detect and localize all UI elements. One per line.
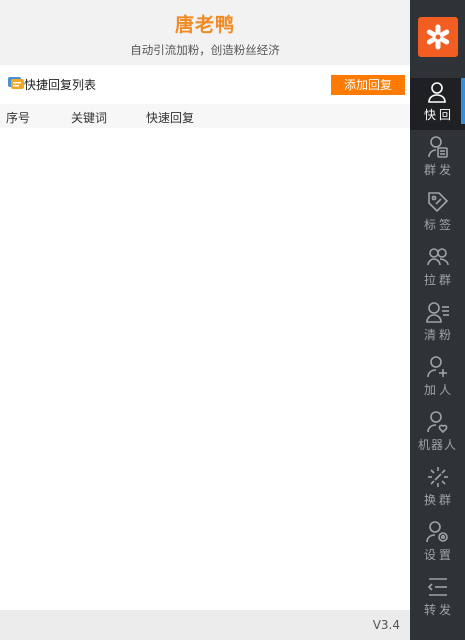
- settings-icon: [425, 521, 448, 543]
- sidebar-item-add-person[interactable]: 加人: [410, 353, 465, 405]
- app-subtitle: 自动引流加粉，创造粉丝经济: [130, 43, 280, 57]
- sidebar-item-label: 换群: [423, 493, 454, 507]
- sidebar-item-label: 转发: [423, 603, 454, 617]
- column-header-index[interactable]: 序号: [6, 109, 30, 126]
- robot-icon: [426, 411, 447, 434]
- version-label: V3.4: [372, 618, 400, 632]
- add-reply-button[interactable]: 添加回复: [331, 75, 405, 95]
- sidebar-item-label: 清粉: [423, 328, 454, 342]
- sidebar-item-tag[interactable]: 标签: [410, 188, 465, 240]
- status-bar: V3.4: [0, 610, 410, 640]
- toolbar: 快捷回复列表 添加回复: [0, 65, 410, 103]
- sidebar-item-label: 群发: [423, 163, 454, 177]
- app-title: 唐老鸭: [174, 14, 235, 36]
- sidebar-item-label: 拉群: [423, 273, 454, 287]
- sidebar-item-quick-reply[interactable]: 快回: [410, 78, 465, 130]
- forward-icon: [427, 578, 447, 596]
- table-header: 序号 关键词 快速回复: [0, 104, 410, 128]
- quick-reply-icon: [427, 82, 446, 103]
- sidebar-item-clear-fans[interactable]: 清粉: [410, 298, 465, 350]
- sidebar-item-settings[interactable]: 设置: [410, 518, 465, 570]
- sidebar-item-switch-group[interactable]: 换群: [410, 463, 465, 515]
- sidebar: 快回 群发 标签 拉群 清粉 加人 机器人 换群 设置 转发: [410, 0, 465, 640]
- sidebar-item-label: 标签: [423, 218, 454, 232]
- add-person-icon: [426, 356, 447, 378]
- app-logo: [418, 17, 458, 57]
- mass-send-icon: [427, 136, 448, 158]
- sidebar-item-mass-send[interactable]: 群发: [410, 133, 465, 185]
- asterisk-logo-icon: [426, 24, 450, 50]
- clear-fans-icon: [425, 302, 449, 323]
- reply-list-icon: [8, 77, 24, 89]
- sidebar-item-forward[interactable]: 转发: [410, 573, 465, 625]
- sidebar-item-robot[interactable]: 机器人: [410, 408, 465, 460]
- sidebar-item-label: 机器人: [417, 438, 457, 452]
- sidebar-item-pull-group[interactable]: 拉群: [410, 243, 465, 295]
- sidebar-item-label: 快回: [423, 108, 454, 122]
- main-panel: 唐老鸭 自动引流加粉，创造粉丝经济 快捷回复列表 添加回复 序号 关键词 快速回…: [0, 0, 410, 640]
- sidebar-item-label: 设置: [423, 548, 454, 562]
- app-window: 唐老鸭 自动引流加粉，创造粉丝经济 快捷回复列表 添加回复 序号 关键词 快速回…: [0, 0, 465, 640]
- tag-icon: [427, 192, 448, 213]
- header: 唐老鸭 自动引流加粉，创造粉丝经济: [0, 0, 410, 65]
- reply-list-title: 快捷回复列表: [24, 78, 97, 92]
- column-header-keyword[interactable]: 关键词: [71, 109, 107, 126]
- switch-group-icon: [427, 467, 448, 487]
- pull-group-icon: [426, 248, 449, 266]
- column-header-quick-reply[interactable]: 快速回复: [146, 109, 194, 126]
- sidebar-item-label: 加人: [423, 383, 454, 397]
